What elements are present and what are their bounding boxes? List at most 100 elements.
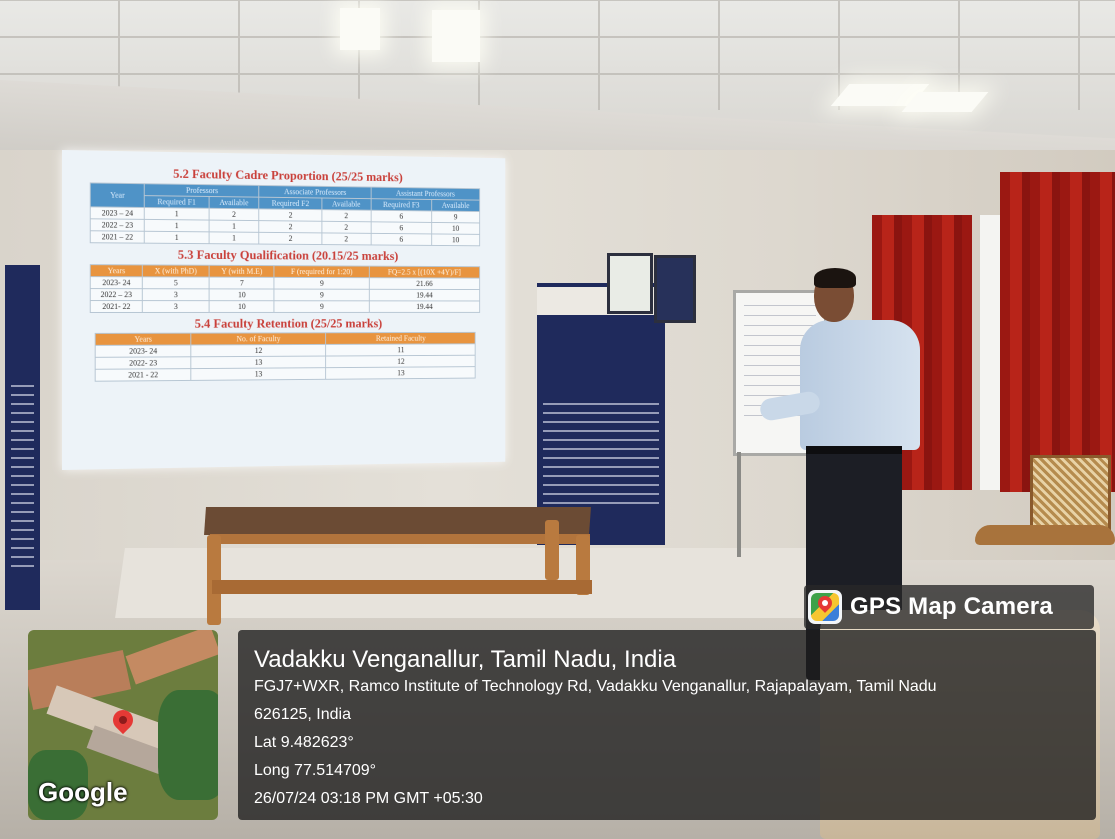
table-cell: 19.44: [369, 289, 480, 301]
red-curtain-right: [1000, 172, 1115, 492]
table-cell: 13: [191, 368, 325, 381]
table-cell: 12: [191, 344, 325, 356]
table-cell: 3: [142, 289, 209, 301]
table-row: 2021 – 22 1 1 2 2 6 10: [90, 231, 479, 246]
left-standee-banner: [5, 265, 40, 610]
table-row: 2022 – 23 3 10 9 19.44: [90, 289, 479, 301]
qual-header: F (required for 1:20): [274, 266, 369, 278]
slide-title-retention: 5.4 Faculty Retention (25/25 marks): [62, 316, 505, 332]
table-cell: 2022 – 23: [90, 289, 142, 301]
ceiling-light: [340, 8, 380, 50]
presenter-shirt: [800, 320, 920, 450]
table-cell: 7: [209, 277, 274, 289]
wall-frame: [654, 255, 696, 323]
cadre-subheader: Available: [209, 196, 259, 208]
bench-leg: [545, 520, 559, 580]
college-standee-banner: [537, 283, 665, 545]
table-cell: 9: [274, 301, 369, 313]
table-cell: 1: [144, 219, 208, 231]
presenter-hair: [814, 268, 856, 288]
table-cell: 2022- 23: [95, 357, 191, 369]
table-cell: 2023 – 24: [90, 207, 144, 220]
address-line: FGJ7+WXR, Ramco Institute of Technology …: [254, 678, 937, 696]
presenter-belt: [806, 446, 902, 454]
table-cell: 10: [209, 289, 274, 301]
table-cell: 1: [209, 232, 259, 244]
table-cell: 5: [142, 277, 209, 289]
ret-header: No. of Faculty: [191, 333, 325, 345]
table-cell: 13: [191, 356, 325, 369]
table-cell: 2: [209, 208, 259, 220]
location-title: Vadakku Venganallur, Tamil Nadu, India: [254, 646, 676, 674]
cadre-subheader: Required F1: [144, 196, 208, 209]
table-cell: 1: [144, 207, 208, 220]
ret-header: Years: [95, 333, 191, 345]
slide-title-qualification: 5.3 Faculty Qualification (20.15/25 mark…: [62, 246, 505, 264]
whiteboard-leg: [737, 452, 741, 557]
table-cell: 9: [432, 211, 480, 223]
table-cell: 2: [322, 233, 371, 245]
gps-badge-label: GPS Map Camera: [850, 593, 1053, 621]
qual-header: FQ=2.5 x [(10X +4Y)/F]: [369, 266, 480, 278]
longitude: Long 77.514709°: [254, 762, 376, 780]
chair-seat: [975, 525, 1115, 545]
cadre-subheader: Required F2: [259, 197, 322, 209]
table-cell: 2021 - 22: [95, 369, 191, 382]
table-cell: 13: [325, 367, 475, 380]
cadre-subheader: Required F3: [371, 199, 432, 211]
table-cell: 2: [322, 221, 371, 233]
qualification-table: Years X (with PhD) Y (with M.E) F (requi…: [90, 264, 480, 313]
gps-map-camera-icon: [808, 590, 842, 624]
table-cell: 1: [209, 220, 259, 232]
timestamp: 26/07/24 03:18 PM GMT +05:30: [254, 790, 483, 808]
bench-shelf: [212, 580, 592, 594]
table-cell: 6: [371, 233, 432, 245]
qual-header: Y (with M.E): [209, 265, 274, 277]
table-cell: 2023- 24: [90, 277, 142, 289]
table-cell: 6: [371, 210, 432, 222]
table-cell: 2: [259, 209, 322, 221]
map-terrain: [126, 630, 218, 684]
table-cell: 2021 – 22: [90, 231, 144, 243]
table-row: 2023- 24 5 7 9 21.66: [90, 277, 479, 290]
cadre-subheader: Available: [432, 199, 480, 211]
table-cell: 2: [259, 221, 322, 233]
photo-scene: 5.2 Faculty Cadre Proportion (25/25 mark…: [0, 0, 1115, 839]
table-cell: 11: [325, 344, 475, 356]
table-cell: 2: [259, 232, 322, 244]
table-cell: 3: [142, 301, 209, 313]
table-cell: 9: [274, 289, 369, 301]
cadre-subheader: Available: [322, 198, 371, 210]
table-cell: 2023- 24: [95, 345, 191, 357]
bench-rail: [210, 534, 590, 544]
gps-map-camera-badge: GPS Map Camera: [804, 585, 1094, 629]
table-cell: 10: [432, 222, 480, 234]
table-cell: 9: [274, 277, 369, 289]
map-trees: [158, 690, 218, 800]
cadre-table: Year Professors Associate Professors Ass…: [90, 182, 480, 246]
ret-header: Retained Faculty: [325, 332, 475, 344]
table-cell: 1: [144, 231, 208, 243]
ceiling-light: [432, 10, 480, 62]
projected-slide: 5.2 Faculty Cadre Proportion (25/25 mark…: [62, 150, 505, 470]
window: [980, 215, 1002, 490]
table-cell: 21.66: [369, 278, 480, 290]
map-thumbnail: Google: [28, 630, 218, 820]
address-line: 626125, India: [254, 706, 351, 724]
google-logo: Google: [38, 777, 128, 808]
table-cell: 2: [322, 210, 371, 222]
qual-header: X (with PhD): [142, 265, 209, 277]
wall-frame: [607, 253, 653, 314]
location-info-panel: Vadakku Venganallur, Tamil Nadu, India F…: [238, 630, 1096, 820]
table-cell: 2021- 22: [90, 301, 142, 313]
table-row: 2021- 22 3 10 9 19.44: [90, 301, 479, 313]
table-cell: 10: [209, 301, 274, 313]
wooden-bench: [204, 507, 591, 535]
table-row: 2021 - 22 13 13: [95, 367, 475, 382]
table-cell: 2022 – 23: [90, 219, 144, 231]
table-cell: 19.44: [369, 301, 480, 313]
latitude: Lat 9.482623°: [254, 734, 354, 752]
table-cell: 6: [371, 222, 432, 234]
retention-table: Years No. of Faculty Retained Faculty 20…: [95, 332, 476, 382]
qual-header: Years: [90, 265, 142, 277]
